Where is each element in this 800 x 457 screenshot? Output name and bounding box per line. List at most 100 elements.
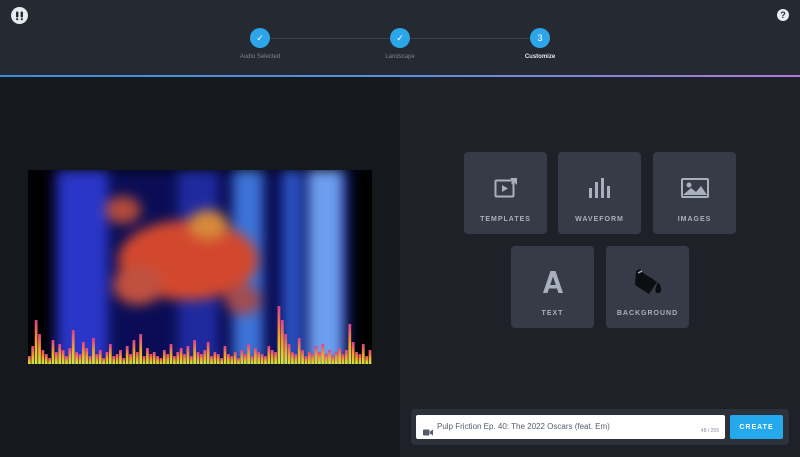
progress-stepper: ✓ Audio Selected ✓ Landscape 3 Customize	[0, 0, 800, 75]
waveform-bar	[146, 348, 149, 364]
waveform-bar	[65, 356, 68, 364]
waveform-bar	[368, 350, 372, 364]
waveform-bar	[264, 356, 267, 364]
waveform-bar	[142, 356, 146, 364]
images-button[interactable]: IMAGES	[653, 152, 736, 234]
background-button[interactable]: BACKGROUND	[606, 246, 689, 328]
step-3-indicator[interactable]: 3	[530, 28, 550, 48]
waveform-bar	[257, 352, 261, 364]
waveform-bar	[233, 352, 237, 364]
waveform-bar	[78, 354, 82, 364]
waveform-bar	[196, 352, 200, 364]
images-label: IMAGES	[677, 216, 712, 223]
waveform-bar	[48, 358, 52, 364]
waveform-bar	[162, 350, 166, 364]
step-1-label: Audio Selected	[239, 54, 281, 60]
waveform-bar	[314, 346, 318, 364]
waveform-bar	[122, 358, 126, 364]
waveform-overlay	[28, 306, 372, 364]
templates-label: TEMPLATES	[480, 216, 531, 223]
waveform-bar	[169, 344, 173, 364]
waveform-bar	[159, 358, 163, 364]
waveform-bar	[318, 352, 321, 364]
waveform-bar	[132, 340, 136, 364]
waveform-bar	[31, 346, 35, 364]
text-button[interactable]: TEXT	[511, 246, 594, 328]
waveform-bar	[287, 344, 291, 364]
waveform-bar	[297, 338, 301, 364]
waveform-bar	[149, 354, 153, 364]
waveform-bar	[71, 330, 75, 364]
waveform-bar	[183, 354, 186, 364]
waveform-bar	[119, 350, 122, 364]
waveform-bar	[338, 348, 342, 364]
waveform-bar	[223, 346, 227, 364]
waveform-bar	[291, 352, 294, 364]
waveform-bar	[176, 352, 180, 364]
waveform-label: WAVEFORM	[575, 216, 624, 223]
waveform-bar	[206, 342, 210, 364]
waveform-bar	[247, 344, 250, 364]
waveform-bar	[98, 350, 102, 364]
project-title-value: Pulp Friction Ep. 40: The 2022 Oscars (f…	[437, 422, 610, 431]
waveform-bar	[311, 354, 315, 364]
waveform-bar	[345, 350, 348, 364]
step-2-label: Landscape	[385, 54, 415, 60]
waveform-bar	[321, 344, 325, 364]
waveform-bar	[294, 354, 298, 364]
waveform-bar	[135, 352, 139, 364]
background-label: BACKGROUND	[616, 310, 679, 317]
waveform-bar	[328, 350, 331, 364]
customize-panel	[400, 77, 800, 457]
waveform-bar	[156, 356, 159, 364]
waveform-bar	[351, 342, 355, 364]
step-2-check-icon[interactable]: ✓	[390, 28, 410, 48]
waveform-bar	[203, 350, 207, 364]
waveform-bar	[324, 354, 328, 364]
step-3-label: Customize	[524, 54, 556, 60]
waveform-icon	[558, 174, 641, 202]
waveform-bar	[307, 352, 311, 364]
waveform-bar	[58, 344, 62, 364]
waveform-bar	[166, 354, 170, 364]
waveform-bar	[112, 356, 116, 364]
waveform-bar	[28, 356, 31, 364]
templates-button[interactable]: TEMPLATES	[464, 152, 547, 234]
waveform-bar	[85, 348, 89, 364]
project-title-input[interactable]: Pulp Friction Ep. 40: The 2022 Oscars (f…	[416, 415, 725, 439]
templates-icon	[464, 174, 547, 202]
waveform-bar	[277, 306, 281, 364]
waveform-bar	[226, 354, 230, 364]
waveform-bar	[331, 356, 335, 364]
waveform-bar	[81, 342, 85, 364]
waveform-bar	[88, 356, 92, 364]
waveform-bar	[105, 352, 109, 364]
waveform-bar	[68, 348, 72, 364]
waveform-bar	[125, 346, 129, 364]
waveform-bar	[51, 340, 55, 364]
waveform-bar	[274, 352, 277, 364]
waveform-bar	[284, 334, 288, 364]
waveform-bar	[41, 350, 45, 364]
waveform-bar	[358, 354, 362, 364]
waveform-bar	[301, 350, 304, 364]
step-1-check-icon[interactable]: ✓	[250, 28, 270, 48]
waveform-bar	[260, 354, 264, 364]
waveform-button[interactable]: WAVEFORM	[558, 152, 641, 234]
video-preview[interactable]	[28, 170, 372, 364]
waveform-bar	[61, 350, 65, 364]
waveform-bar	[193, 340, 197, 364]
waveform-bar	[139, 334, 143, 364]
waveform-bar	[44, 354, 48, 364]
waveform-bar	[54, 352, 58, 364]
waveform-bar	[210, 356, 213, 364]
waveform-bar	[334, 352, 338, 364]
waveform-bar	[34, 320, 38, 364]
waveform-bar	[189, 356, 193, 364]
waveform-bar	[361, 344, 365, 364]
step-connector	[410, 38, 530, 39]
waveform-bar	[280, 320, 284, 364]
step-connector	[270, 38, 390, 39]
create-button[interactable]: CREATE	[730, 415, 783, 439]
waveform-bar	[304, 356, 308, 364]
